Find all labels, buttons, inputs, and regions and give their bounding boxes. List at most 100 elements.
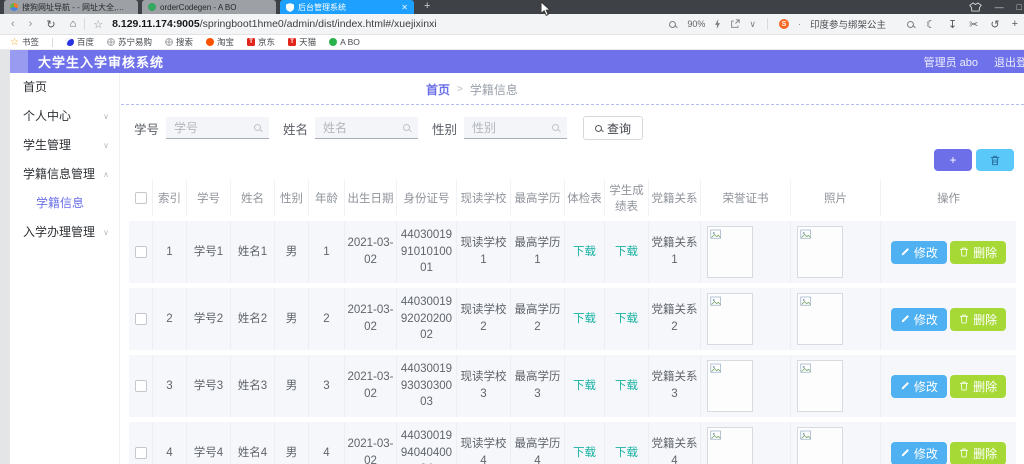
col-header: 索引 xyxy=(153,180,187,216)
tab-close-icon[interactable]: ✕ xyxy=(401,3,408,12)
search-icon xyxy=(403,124,411,131)
cell-student-no: 学号2 xyxy=(187,288,231,350)
row-checkbox[interactable] xyxy=(134,245,147,258)
star-icon: ☆ xyxy=(10,36,19,48)
chevron-down-icon: ∨ xyxy=(103,228,109,237)
bookmarks-bar: ☆ 书签 百度 苏宁易购 搜索 淘宝 T 京东 T 天猫 A BO xyxy=(0,35,1024,50)
cell-birth-date: 2021-03-02 xyxy=(345,355,397,417)
bookmark-taobao[interactable]: 淘宝 xyxy=(206,36,234,48)
undo-history-icon[interactable]: ↺ xyxy=(990,18,999,31)
physical-exam-download-link[interactable]: 下载 xyxy=(573,313,596,325)
browser-tab-admin-system[interactable]: 后台管理系统 ✕ xyxy=(280,0,414,14)
download-icon[interactable]: ↧ xyxy=(948,18,957,31)
grades-download-link[interactable]: 下载 xyxy=(615,246,638,258)
url-text[interactable]: 8.129.11.174:9005/springboot1hme0/admin/… xyxy=(112,18,437,30)
cell-name: 姓名1 xyxy=(231,221,275,283)
forward-icon[interactable]: › xyxy=(29,18,33,30)
sidebar-item-student-management[interactable]: 学生管理 ∨ xyxy=(10,131,119,160)
cell-id-number: 440300199101010001 xyxy=(397,221,457,283)
bookmark-tmall[interactable]: T 天猫 xyxy=(288,36,316,48)
row-checkbox[interactable] xyxy=(134,379,147,392)
maximize-button[interactable]: □ xyxy=(1017,2,1022,12)
delete-button[interactable]: 删除 xyxy=(950,240,1007,264)
browser-tab-sogou-nav[interactable]: 搜狗网址导航 - - 网址大全,实用网... xyxy=(4,0,138,14)
bookmark-label: 搜索 xyxy=(176,37,194,47)
minimize-button[interactable]: — xyxy=(995,2,1004,12)
edit-button-label: 修改 xyxy=(913,379,938,394)
sidebar-item-student-record-info[interactable]: 学籍信息 xyxy=(10,189,119,218)
cell-age: 1 xyxy=(309,221,345,283)
sidebar-item-personal-center[interactable]: 个人中心 ∨ xyxy=(10,102,119,131)
add-button[interactable]: + xyxy=(934,149,972,171)
current-user: 管理员 abo xyxy=(923,56,978,69)
cell-school: 现读学校4 xyxy=(457,422,511,464)
bookmark-star-icon[interactable]: ☆ xyxy=(93,18,103,31)
page-zoom-level[interactable]: 90% xyxy=(687,19,705,29)
broken-image-icon xyxy=(710,296,721,306)
sidebar-item-student-record-management[interactable]: 学籍信息管理 ∧ xyxy=(10,160,119,189)
broken-image-icon xyxy=(800,430,811,440)
row-checkbox[interactable] xyxy=(134,312,147,325)
edit-button[interactable]: 修改 xyxy=(890,240,947,264)
delete-button[interactable]: 删除 xyxy=(950,441,1007,464)
ordercodegen-favicon xyxy=(148,3,156,11)
zoom-search-icon[interactable] xyxy=(669,20,677,28)
edit-button[interactable]: 修改 xyxy=(890,441,947,464)
bookmark-search[interactable]: 搜索 xyxy=(165,36,193,48)
bookmark-baidu[interactable]: 百度 xyxy=(65,36,94,48)
tab-title: orderCodegen - A BO xyxy=(160,2,237,12)
skin-icon[interactable] xyxy=(968,2,982,12)
back-icon[interactable]: ‹ xyxy=(11,18,15,30)
home-icon[interactable]: ⌂ xyxy=(70,18,77,30)
delete-button[interactable]: 删除 xyxy=(950,307,1007,331)
bookmark-jd[interactable]: T 京东 xyxy=(247,36,275,48)
tmall-icon: T xyxy=(288,38,297,46)
broken-image-icon xyxy=(710,363,721,373)
logout-link[interactable]: 退出登录 xyxy=(994,54,1024,70)
filter-label-student-no: 学号 xyxy=(134,122,160,137)
select-all-checkbox[interactable] xyxy=(134,191,147,204)
sidebar-item-enrollment-management[interactable]: 入学办理管理 ∨ xyxy=(10,218,119,247)
pencil-icon xyxy=(901,315,909,323)
physical-exam-download-link[interactable]: 下载 xyxy=(573,246,596,258)
sidebar-item-home[interactable]: 首页 xyxy=(10,73,119,102)
screenshot-scissors-icon[interactable]: ✂ xyxy=(969,18,978,31)
share-icon[interactable] xyxy=(730,19,741,29)
url-path: /springboot1hme0/admin/dist/index.html#/… xyxy=(199,18,437,30)
bookmarks-label[interactable]: ☆ 书签 xyxy=(10,36,39,48)
add-extension-icon[interactable]: + xyxy=(1012,18,1018,30)
cell-education: 最高学历2 xyxy=(511,288,565,350)
cell-age: 2 xyxy=(309,288,345,350)
sogou-search-icon[interactable]: S xyxy=(779,19,790,29)
delete-button[interactable]: 删除 xyxy=(950,374,1007,398)
cell-id-number: 440300199404040004 xyxy=(397,422,457,464)
breadcrumb-home[interactable]: 首页 xyxy=(426,81,450,98)
mouse-cursor xyxy=(540,1,551,16)
grades-download-link[interactable]: 下载 xyxy=(615,447,638,459)
edit-button[interactable]: 修改 xyxy=(890,307,947,331)
delete-button-label: 删除 xyxy=(973,379,998,394)
row-checkbox[interactable] xyxy=(134,446,147,459)
lightning-icon[interactable] xyxy=(714,19,721,29)
grades-download-link[interactable]: 下载 xyxy=(615,380,638,392)
night-mode-icon[interactable]: ☾ xyxy=(926,18,936,31)
bookmark-suning[interactable]: 苏宁易购 xyxy=(107,36,152,48)
grades-download-link[interactable]: 下载 xyxy=(615,313,638,325)
refresh-icon[interactable]: ↻ xyxy=(46,18,55,31)
hot-search-text[interactable]: 印度参与绑架公主 xyxy=(810,17,886,31)
honor-certificate-image xyxy=(707,226,753,278)
sidebar-item-label: 入学办理管理 xyxy=(23,225,96,239)
tab-title: 后台管理系统 xyxy=(298,2,346,12)
new-tab-button[interactable]: + xyxy=(424,0,430,14)
physical-exam-download-link[interactable]: 下载 xyxy=(573,447,596,459)
bookmark-abo[interactable]: A BO xyxy=(329,37,360,47)
batch-delete-button[interactable] xyxy=(976,149,1014,171)
col-header: 照片 xyxy=(791,180,881,216)
search-icon[interactable] xyxy=(907,20,915,28)
breadcrumb-separator-icon: > xyxy=(457,84,463,95)
chevron-down-icon[interactable]: ∨ xyxy=(749,19,756,30)
browser-tab-ordercodegen[interactable]: orderCodegen - A BO xyxy=(142,0,276,14)
physical-exam-download-link[interactable]: 下载 xyxy=(573,380,596,392)
edit-button[interactable]: 修改 xyxy=(890,374,947,398)
search-button[interactable]: 查询 xyxy=(583,116,644,140)
